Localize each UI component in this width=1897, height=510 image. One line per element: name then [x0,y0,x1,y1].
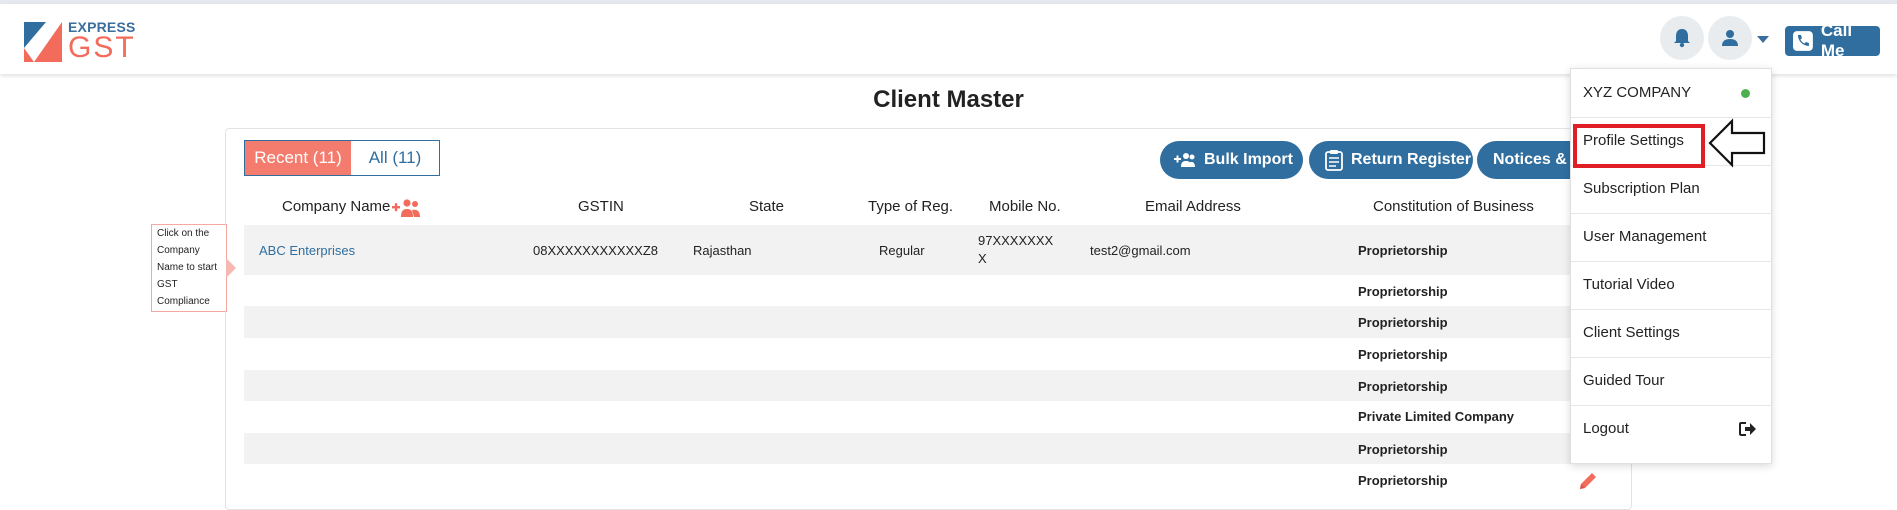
menu-item-label: Subscription Plan [1583,180,1700,197]
online-status-dot [1741,89,1750,98]
mobile-cell-line1: 97XXXXXXX [978,233,1054,248]
menu-item-logout[interactable]: Logout [1571,405,1771,453]
menu-item-client-settings[interactable]: Client Settings [1571,309,1771,358]
bulk-import-label: Bulk Import [1204,151,1293,168]
company-name-label: XYZ COMPANY [1583,84,1692,101]
table-row: Proprietorship [244,464,1630,495]
menu-item-label: User Management [1583,228,1707,245]
top-header: EXPRESS GST Call Me [0,4,1897,74]
edit-pencil-icon[interactable] [1577,470,1599,492]
profile-button[interactable] [1708,16,1752,60]
bell-icon [1674,29,1690,48]
gstin-cell: 08XXXXXXXXXXXZ8 [533,243,659,258]
return-register-button[interactable]: Return Register [1309,141,1473,179]
logo-mark-icon [24,22,62,62]
add-client-icon[interactable] [392,198,422,218]
table-row: Proprietorship [244,370,1630,401]
table-row: Proprietorship [244,338,1630,370]
constitution-cell: Private Limited Company [1358,409,1515,424]
menu-item-label: Guided Tour [1583,372,1665,389]
menu-item-guided-tour[interactable]: Guided Tour [1571,357,1771,406]
tooltip-line: Name to start [157,262,218,273]
constitution-cell: Proprietorship [1358,315,1448,330]
pointer-arrow-icon [1708,118,1766,168]
col-company-name: Company Name [282,198,391,215]
col-gstin: GSTIN [578,198,624,215]
return-register-label: Return Register [1351,151,1472,168]
menu-item-user-management[interactable]: User Management [1571,213,1771,262]
tooltip-line: GST [157,279,178,290]
tooltip-arrow [226,258,236,278]
mobile-cell-line2: X [978,251,987,266]
email-cell: test2@gmail.com [1090,243,1191,258]
user-icon [1722,30,1738,46]
menu-item-label: Client Settings [1583,324,1680,341]
constitution-cell: Proprietorship [1358,473,1448,488]
notifications-button[interactable] [1660,16,1704,60]
add-users-icon [1174,153,1195,167]
clipboard-icon [1325,150,1343,171]
call-me-button[interactable]: Call Me [1785,21,1880,60]
constitution-cell: Proprietorship [1358,284,1448,299]
col-type-of-reg: Type of Reg. [868,198,954,215]
menu-item-subscription-plan[interactable]: Subscription Plan [1571,165,1771,214]
phone-icon [1793,31,1813,51]
type-cell: Regular [879,243,925,258]
notices-button[interactable]: Notices & C [1477,141,1570,179]
company-name-link[interactable]: ABC Enterprises [259,243,355,258]
brand-logo[interactable]: EXPRESS GST [24,18,144,64]
tab-recent[interactable]: Recent (11) [245,141,351,175]
table-row: Private Limited Company [244,401,1630,433]
menu-item-label: Logout [1583,420,1629,437]
table-row: Proprietorship [244,433,1630,464]
state-cell: Rajasthan [693,243,752,258]
col-state: State [749,198,785,215]
tooltip-line: Compliance [157,296,210,307]
menu-item-label: Tutorial Video [1583,276,1675,293]
constitution-cell: Proprietorship [1358,379,1448,394]
col-constitution: Constitution of Business [1373,198,1534,215]
tooltip-line: Click on the [157,228,210,239]
table-row: Proprietorship [244,306,1630,338]
call-me-label: Call Me [1820,21,1853,60]
caret-down-icon[interactable] [1757,36,1769,43]
constitution-cell: Proprietorship [1358,243,1448,258]
tooltip-line: Company [157,245,200,256]
tab-all[interactable]: All (11) [351,141,439,175]
table-row: Proprietorship [244,275,1630,306]
logo-text-gst: GST [68,31,136,64]
notices-label: Notices & C [1493,151,1570,168]
bulk-import-button[interactable]: Bulk Import [1160,141,1303,179]
logout-icon [1739,422,1756,436]
col-email-address: Email Address [1145,198,1241,215]
constitution-cell: Proprietorship [1358,442,1448,457]
table-row: ABC Enterprises 08XXXXXXXXXXXZ8 Rajastha… [244,225,1630,275]
company-name-tooltip: Click on the Company Name to start GST C… [151,224,227,312]
col-mobile-no: Mobile No. [989,198,1061,215]
dropdown-company: XYZ COMPANY [1571,69,1771,118]
constitution-cell: Proprietorship [1358,347,1448,362]
menu-item-tutorial-video[interactable]: Tutorial Video [1571,261,1771,310]
client-tabs: Recent (11) All (11) [244,140,440,176]
profile-settings-highlight [1573,124,1705,168]
